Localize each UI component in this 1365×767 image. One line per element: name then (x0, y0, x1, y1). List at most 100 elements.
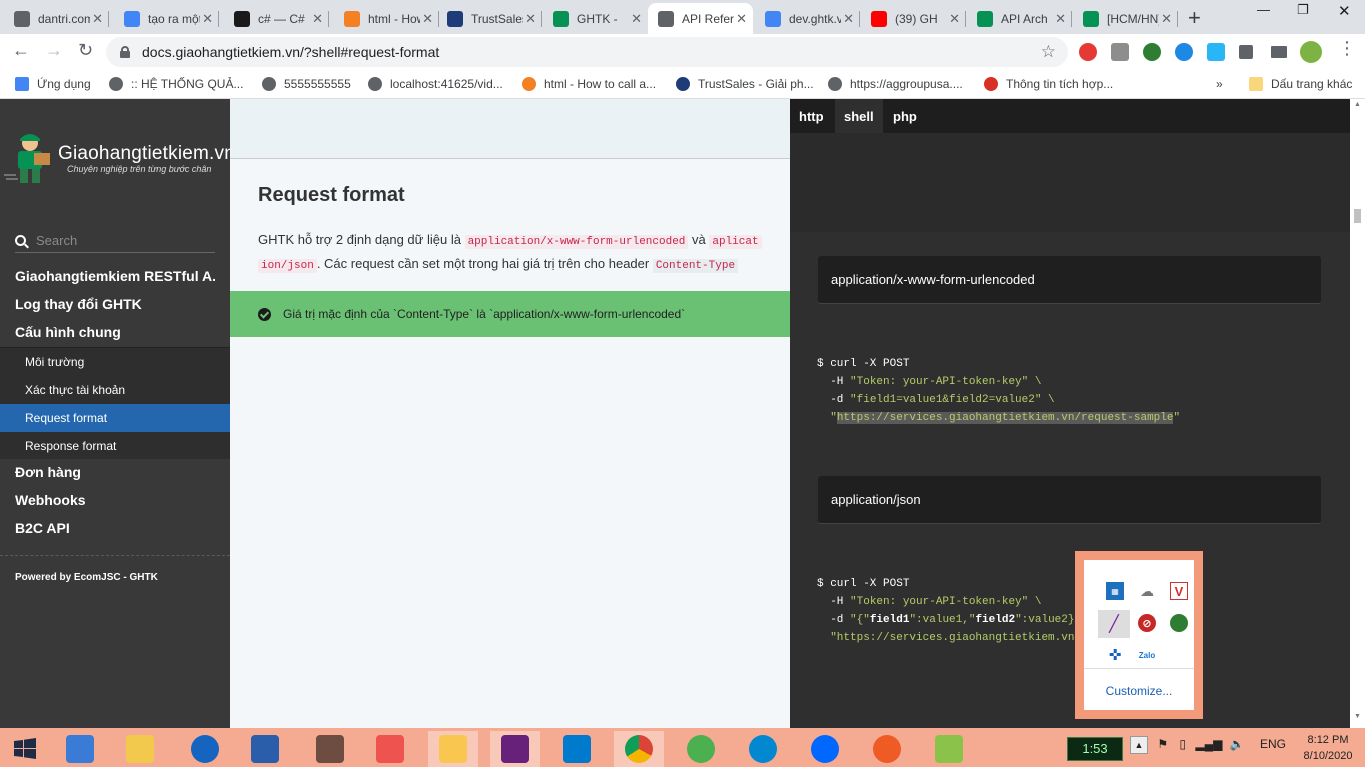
bookmark-star-icon[interactable]: ☆ (1041, 42, 1056, 62)
browser-tab[interactable]: dantri.com ✕ (4, 3, 109, 34)
other-bookmarks-folder[interactable]: Dấu trang khác (1249, 77, 1352, 91)
selected-url-text[interactable]: https://services.giaohangtietkiem.vn/req… (836, 412, 1174, 424)
browser-tab[interactable]: TrustSales ✕ (437, 3, 542, 34)
taskbar-file-explorer[interactable] (428, 731, 478, 767)
menu-kebab-icon[interactable]: ⋮ (1338, 38, 1356, 59)
forward-button[interactable]: → (45, 40, 63, 61)
system-clock[interactable]: 8:12 PM 8/10/2020 (1298, 732, 1358, 764)
network-signal-icon[interactable]: ▂▄▆ (1195, 737, 1222, 751)
taskbar-app[interactable] (305, 731, 355, 767)
search-input[interactable] (36, 233, 196, 248)
toc-item-general-config[interactable]: Cấu hình chung (15, 324, 215, 340)
taskbar-app-2[interactable] (365, 731, 415, 767)
toc-item-orders[interactable]: Đơn hàng (15, 464, 215, 480)
tab-close-icon[interactable]: ✕ (92, 11, 103, 27)
zalo-tray-icon[interactable]: Zalo (1138, 646, 1156, 664)
toc-item-restful-api[interactable]: Giaohangtiemkiem RESTful A... (15, 268, 215, 284)
flag-icon[interactable]: ⚑ (1157, 737, 1168, 751)
powered-by-link[interactable]: Powered by EcomJSC - GHTK (15, 572, 158, 583)
ghtk-logo[interactable]: Giaohangtietkiem.vn Chuyên nghiệp trên t… (4, 131, 235, 189)
clock-widget[interactable]: 1:53 (1067, 737, 1123, 761)
taskbar-postman[interactable] (862, 731, 912, 767)
tab-close-icon[interactable]: ✕ (949, 11, 960, 27)
idm-extension-icon[interactable] (1175, 43, 1193, 61)
profile-avatar[interactable] (1300, 41, 1322, 63)
tray-chevron-up-icon[interactable]: ▲ (1130, 736, 1148, 754)
pen-tray-icon[interactable]: ╱ (1098, 610, 1130, 638)
toc-item-b2c-api[interactable]: B2C API (15, 520, 215, 536)
tab-close-icon[interactable]: ✕ (525, 11, 536, 27)
lang-tab-php[interactable]: php (884, 99, 926, 133)
bookmark-item[interactable]: :: HỆ THỐNG QUẢ... (109, 77, 243, 91)
new-tab-button[interactable]: + (1188, 5, 1201, 31)
browser-tab[interactable]: html - How ✕ (334, 3, 439, 34)
minimize-button[interactable]: — (1257, 2, 1270, 17)
idm-tray-icon[interactable] (1170, 614, 1188, 632)
browser-tab[interactable]: (39) GH ✕ (861, 3, 966, 34)
tab-close-icon[interactable]: ✕ (202, 11, 213, 27)
toc-subitem-environment[interactable]: Môi trường (0, 348, 230, 376)
browser-tab[interactable]: API Refere✕ (648, 3, 753, 34)
bookmark-item[interactable]: html - How to call a... (522, 77, 656, 91)
taskbar-network-app[interactable] (55, 731, 105, 767)
taskbar-app-4[interactable] (738, 731, 788, 767)
taskbar-app-3[interactable] (676, 731, 726, 767)
browser-tab[interactable]: tạo ra một ✕ (114, 3, 219, 34)
customize-link[interactable]: Customize... (1084, 684, 1194, 698)
tab-close-icon[interactable]: ✕ (1055, 11, 1066, 27)
restore-button[interactable]: ❐ (1297, 2, 1309, 18)
tab-close-icon[interactable]: ✕ (736, 11, 747, 27)
bookmark-item[interactable]: localhost:41625/vid... (368, 77, 503, 91)
start-button[interactable] (0, 731, 50, 767)
extensions-puzzle-icon[interactable] (1239, 45, 1253, 59)
media-control-icon[interactable] (1271, 46, 1287, 58)
battery-icon[interactable]: ▯ (1179, 737, 1186, 751)
bookmark-item[interactable]: https://aggroupusa.... (828, 77, 963, 91)
language-indicator[interactable]: ENG (1260, 737, 1286, 751)
toc-item-webhooks[interactable]: Webhooks (15, 492, 215, 508)
camera-extension-icon[interactable] (1143, 43, 1161, 61)
taskbar-notepad[interactable] (924, 731, 974, 767)
browser-tab[interactable]: dev.ghtk.vn✕ (755, 3, 860, 34)
taskbar-zalo[interactable] (800, 731, 850, 767)
cloud-tray-icon[interactable]: ☁ (1138, 582, 1156, 600)
scroll-up-arrow-icon[interactable]: ▲ (1354, 101, 1361, 108)
vivaldi-tray-icon[interactable]: V (1170, 582, 1188, 600)
browser-tab[interactable]: GHTK - ✕ (543, 3, 648, 34)
tab-close-icon[interactable]: ✕ (1161, 11, 1172, 27)
taskbar-tools-app[interactable] (115, 731, 165, 767)
adblock-extension-icon[interactable] (1079, 43, 1097, 61)
back-button[interactable]: ← (12, 40, 30, 61)
browser-tab[interactable]: c# — C# ✕ (224, 3, 329, 34)
lang-tab-shell[interactable]: shell (835, 99, 883, 133)
toc-subitem-response-format[interactable]: Response format (0, 432, 230, 460)
tab-close-icon[interactable]: ✕ (631, 11, 642, 27)
address-bar[interactable]: docs.giaohangtietkiem.vn/?shell#request-… (106, 37, 1068, 67)
taskbar-vscode[interactable] (552, 731, 602, 767)
gear-extension-icon[interactable] (1111, 43, 1129, 61)
page-scrollbar[interactable]: ▲ ▼ (1350, 99, 1365, 728)
more-bookmarks-button[interactable]: » (1216, 77, 1223, 91)
toc-subitem-authentication[interactable]: Xác thực tài khoản (0, 376, 230, 404)
bookmark-item[interactable]: 5555555555 (262, 77, 351, 91)
browser-tab[interactable]: API Arch ✕ (967, 3, 1072, 34)
cart-extension-icon[interactable] (1207, 43, 1225, 61)
red-app-tray-icon[interactable]: ⊘ (1138, 614, 1156, 632)
toc-item-changelog[interactable]: Log thay đổi GHTK (15, 296, 215, 312)
lang-tab-http[interactable]: http (790, 99, 833, 133)
volume-icon[interactable]: 🔈 (1230, 737, 1245, 751)
app-tray-icon[interactable]: ▦ (1106, 582, 1124, 600)
teamviewer-tray-icon[interactable]: ✜ (1106, 646, 1124, 664)
bookmark-item[interactable]: Ứng dụng (15, 77, 91, 91)
tab-close-icon[interactable]: ✕ (422, 11, 433, 27)
reload-button[interactable]: ↻ (78, 40, 93, 61)
taskbar-chrome[interactable] (614, 731, 664, 767)
close-window-button[interactable]: ✕ (1338, 2, 1351, 20)
bookmark-item[interactable]: Thông tin tích hợp... (984, 77, 1113, 91)
taskbar-powershell[interactable] (240, 731, 290, 767)
taskbar-maps-app[interactable] (180, 731, 230, 767)
search-box[interactable] (15, 229, 215, 253)
scroll-down-arrow-icon[interactable]: ▼ (1354, 713, 1361, 720)
toc-subitem-request-format[interactable]: Request format (0, 404, 230, 432)
scrollbar-thumb[interactable] (1354, 209, 1361, 223)
